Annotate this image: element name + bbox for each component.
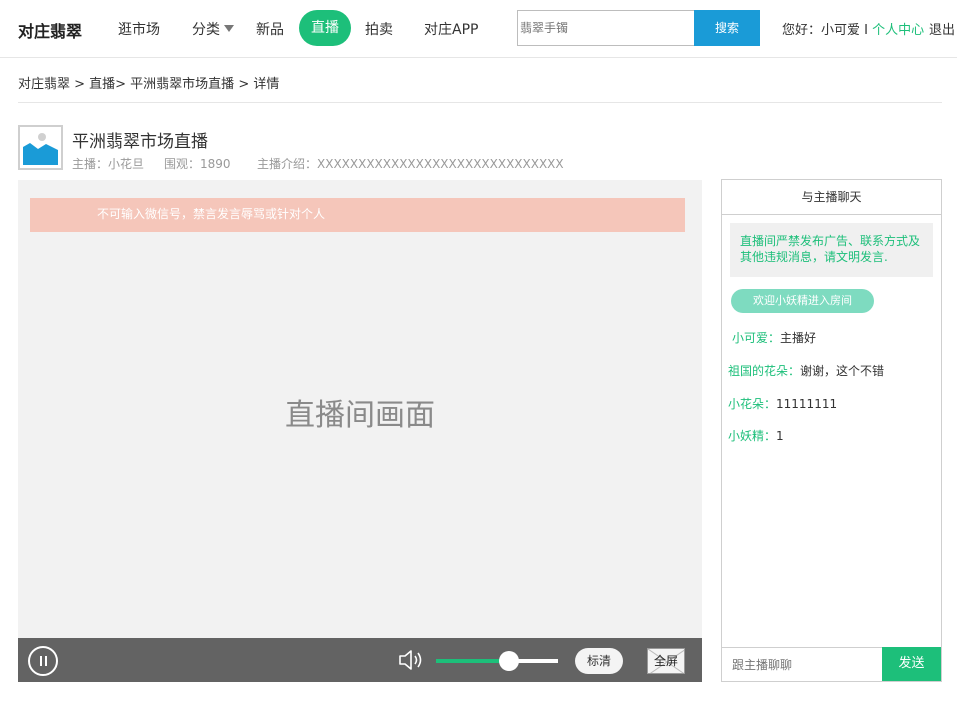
breadcrumb[interactable]: 对庄翡翠 > 直播> 平洲翡翠市场直播 > 详情 — [18, 73, 279, 92]
logout-link[interactable]: 退出 — [929, 19, 955, 38]
room-host: 主播：小花旦 — [72, 157, 145, 171]
room-title: 平洲翡翠市场直播 — [72, 132, 208, 152]
video-player[interactable]: 不可输入微信号，禁言发言辱骂或针对个人 直播间画面 标清 全屏 — [18, 180, 702, 682]
quality-button[interactable]: 标清 — [575, 648, 623, 674]
fullscreen-label: 全屏 — [653, 654, 678, 668]
site-logo[interactable]: 对庄翡翠 — [18, 18, 82, 42]
volume-icon[interactable] — [398, 648, 426, 672]
top-header: 对庄翡翠 逛市场 分类 新品 直播 拍卖 对庄APP 搜索 您好：小可爱 I 个… — [0, 0, 957, 58]
chat-message: 小妖精：1 — [728, 427, 784, 444]
fullscreen-button[interactable]: 全屏 — [647, 648, 685, 674]
chat-text: 谢谢，这个不错 — [800, 364, 885, 378]
pause-icon[interactable] — [28, 646, 58, 676]
room-viewers: 围观：1890 — [164, 157, 231, 171]
chevron-down-icon — [224, 25, 234, 32]
chat-text: 11111111 — [776, 397, 838, 411]
chat-message: 小花朵：11111111 — [728, 395, 837, 412]
send-button[interactable]: 发送 — [882, 647, 941, 681]
welcome-badge: 欢迎小妖精进入房间 — [731, 289, 874, 313]
room-intro: 主播介绍：XXXXXXXXXXXXXXXXXXXXXXXXXXXXXX — [257, 157, 564, 171]
nav-category-label: 分类 — [192, 22, 220, 38]
user-center-link[interactable]: 个人中心 — [872, 23, 924, 38]
chat-rules: 直播间严禁发布广告、联系方式及其他违规消息，请文明发言. — [730, 223, 933, 277]
volume-knob[interactable] — [499, 651, 520, 671]
chat-message: 祖国的花朵：谢谢，这个不错 — [728, 362, 884, 379]
chat-text: 主播好 — [780, 331, 817, 345]
video-controls: 标清 全屏 — [18, 638, 702, 682]
chat-user[interactable]: 小花朵： — [728, 397, 776, 411]
notice-banner: 不可输入微信号，禁言发言辱骂或针对个人 — [30, 198, 685, 232]
chat-user[interactable]: 小妖精： — [728, 429, 776, 443]
chat-panel: 与主播聊天 直播间严禁发布广告、联系方式及其他违规消息，请文明发言. 欢迎小妖精… — [721, 179, 942, 682]
chat-title: 与主播聊天 — [722, 180, 941, 215]
search-input[interactable] — [517, 10, 694, 46]
video-placeholder: 直播间画面 — [285, 398, 435, 433]
greeting-text: 您好：小可爱 I — [782, 23, 873, 38]
nav-market[interactable]: 逛市场 — [118, 19, 160, 39]
divider — [18, 102, 942, 103]
nav-live[interactable]: 直播 — [299, 10, 351, 46]
chat-user[interactable]: 祖国的花朵： — [728, 364, 800, 378]
chat-text: 1 — [776, 429, 784, 443]
chat-user[interactable]: 小可爱： — [732, 331, 780, 345]
chat-input[interactable] — [722, 647, 882, 681]
nav-auction[interactable]: 拍卖 — [365, 19, 393, 39]
nav-app[interactable]: 对庄APP — [424, 19, 478, 39]
chat-message: 小可爱：主播好 — [732, 329, 816, 346]
nav-new[interactable]: 新品 — [256, 19, 284, 39]
volume-slider[interactable] — [436, 651, 558, 671]
nav-category[interactable]: 分类 — [192, 19, 234, 39]
room-image-icon — [18, 125, 63, 170]
user-greeting: 您好：小可爱 I 个人中心 — [782, 19, 924, 38]
search-button[interactable]: 搜索 — [694, 10, 760, 46]
